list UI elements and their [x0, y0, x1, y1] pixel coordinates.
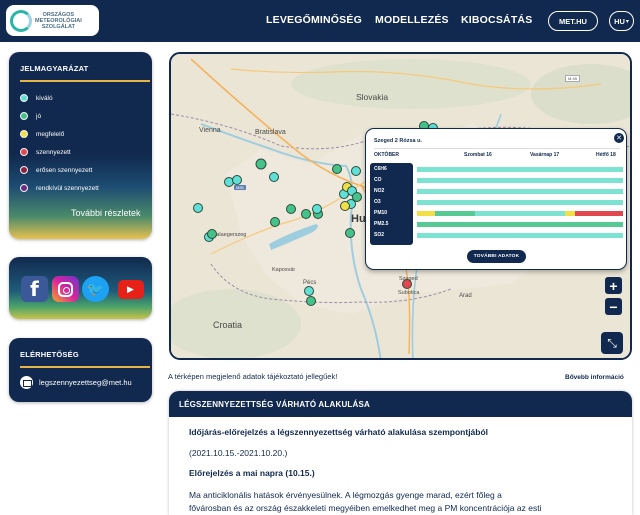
legend-item: erősen szennyezett — [20, 166, 92, 174]
contact-email-link[interactable]: legszennyezettseg@met.hu — [20, 376, 132, 389]
map-label-bratislava: Bratislava — [255, 129, 286, 136]
social-card: f 🐦 ▶ — [9, 257, 152, 319]
bar-segment-szennyezett — [575, 211, 623, 216]
bar-segment-kivalo — [475, 211, 565, 216]
map-label-vienna: Vienna — [199, 127, 221, 134]
bar-segment-jo — [435, 211, 475, 216]
language-label: HU — [614, 16, 625, 26]
forecast-paragraph: Ma anticiklonális hatások érvényesülnek.… — [189, 490, 502, 500]
map-label-hu: Hu — [351, 213, 366, 225]
map-label-subotica: Subotica — [398, 290, 420, 296]
facebook-icon[interactable]: f — [21, 276, 48, 302]
level-dot-icon — [20, 148, 28, 156]
forecast-panel: LÉGSZENNYEZETTSÉG VÁRHATÓ ALAKULÁSA Időj… — [169, 391, 632, 515]
zoom-out-button[interactable]: − — [605, 298, 622, 315]
met-hu-button[interactable]: MET.HU — [548, 11, 598, 31]
legend-item-label: rendkívül szennyezett — [36, 184, 99, 192]
pollutant-panel: C6H6 CO NO2 O3 PM10 PM2.5 SO2 — [370, 163, 413, 245]
map-disclaimer: A térképen megjelenő adatok tájékoztató … — [168, 372, 338, 381]
popup-day: Szombat 16 — [464, 152, 492, 158]
forecast-bar-so2 — [417, 233, 623, 238]
legend-item: megfelelő — [20, 130, 64, 138]
legend-item: kiváló — [20, 94, 53, 102]
legend-item: jó — [20, 112, 41, 120]
forecast-paragraph: fővárosban és az ország északkeleti megy… — [189, 503, 542, 513]
fullscreen-button[interactable]: ⤡ — [601, 332, 623, 354]
nav-kibocsatas[interactable]: KIBOCSÁTÁS — [461, 14, 532, 26]
close-icon[interactable]: ✕ — [614, 133, 624, 143]
forecast-bar-co — [417, 178, 623, 183]
forecast-bar-c6h6 — [417, 167, 623, 172]
legend-divider — [20, 80, 150, 82]
pollutant-label: SO2 — [374, 232, 385, 238]
bar-segment-megfelelo — [417, 211, 435, 216]
contact-title: ELÉRHETŐSÉG — [20, 350, 79, 359]
map-label-pecs: Pécs — [303, 280, 317, 286]
more-info-link[interactable]: Bővebb információ — [565, 374, 624, 381]
map-label-croatia: Croatia — [213, 320, 243, 330]
forecast-title: LÉGSZENNYEZETTSÉG VÁRHATÓ ALAKULÁSA — [169, 391, 632, 417]
level-dot-icon — [20, 166, 28, 174]
map-label-slovakia: Slovakia — [356, 92, 389, 102]
forecast-today-heading: Előrejelzés a mai napra (10.15.) — [189, 468, 315, 478]
legend-item: rendkívül szennyezett — [20, 184, 99, 192]
logo-text: ORSZÁGOS METEOROLÓGIAI SZOLGÁLAT — [35, 11, 82, 30]
popup-month: OKTÓBER — [374, 152, 399, 158]
contact-divider — [20, 366, 150, 368]
more-data-button[interactable]: TOVÁBBI ADATOK — [467, 250, 526, 263]
zoom-in-button[interactable]: + — [605, 277, 622, 294]
forecast-date-range: (2021.10.15.-2021.10.20.) — [189, 448, 288, 458]
map-label-szeged: Szeged — [399, 276, 418, 282]
pollutant-label: C6H6 — [374, 166, 387, 172]
station-popup: ✕ Szeged 2 Rózsa u. OKTÓBER Szombat 16 V… — [365, 128, 627, 270]
pollutant-label: PM10 — [374, 210, 388, 216]
forecast-bar-no2 — [417, 189, 623, 194]
forecast-bar-pm10 — [417, 211, 623, 216]
omsz-logo[interactable]: ORSZÁGOS METEOROLÓGIAI SZOLGÁLAT — [6, 5, 99, 36]
legend-item-label: megfelelő — [36, 130, 65, 138]
legend-item-label: szennyezett — [36, 148, 71, 156]
pollutant-label: CO — [374, 177, 382, 183]
language-selector[interactable]: HU ▾ — [609, 11, 634, 31]
legend-item-label: jó — [36, 112, 42, 120]
level-dot-icon — [20, 184, 28, 192]
mail-icon — [20, 376, 33, 389]
forecast-subtitle: Időjárás-előrejelzés a légszennyezettség… — [189, 427, 489, 437]
map-label-arad: Arad — [459, 293, 472, 299]
legend-item-label: kiváló — [36, 94, 53, 102]
nav-levegominoseg[interactable]: LEVEGŐMINŐSÉG — [266, 14, 362, 26]
youtube-icon[interactable]: ▶ — [112, 276, 149, 302]
pollutant-label: PM2.5 — [374, 221, 389, 227]
contact-email: legszennyezettseg@met.hu — [39, 378, 132, 387]
pollutant-label: NO2 — [374, 188, 385, 194]
popup-day: Vasárnap 17 — [530, 152, 560, 158]
level-dot-icon — [20, 94, 28, 102]
top-header: ORSZÁGOS METEOROLÓGIAI SZOLGÁLAT LEVEGŐM… — [0, 0, 640, 42]
popup-divider — [374, 148, 620, 149]
chevron-down-icon: ▾ — [625, 18, 629, 25]
bar-segment-megfelelo — [565, 211, 575, 216]
legend-item-label: erősen szennyezett — [36, 166, 93, 174]
legend-item: szennyezett — [20, 148, 71, 156]
legend-more-link[interactable]: További részletek — [71, 208, 141, 218]
map-label-zalaegerszeg: Zalaegerszeg — [213, 232, 247, 238]
forecast-bar-o3 — [417, 200, 623, 205]
legend-card: JELMAGYARÁZAT kiváló jó megfelelő szenny… — [9, 52, 152, 239]
forecast-bar-pm25 — [417, 222, 623, 227]
omsz-logo-icon — [10, 9, 32, 32]
twitter-icon[interactable]: 🐦 — [82, 276, 109, 302]
level-dot-icon — [20, 130, 28, 138]
contact-card: ELÉRHETŐSÉG legszennyezettseg@met.hu — [9, 338, 152, 402]
popup-station-title: Szeged 2 Rózsa u. — [374, 138, 422, 144]
road-sign: M-95 — [565, 75, 581, 82]
instagram-icon[interactable] — [52, 276, 79, 302]
road-sign: M85 — [234, 185, 246, 190]
legend-title: JELMAGYARÁZAT — [20, 64, 89, 73]
popup-day: Hétfő 18 — [596, 152, 616, 158]
nav-modellezes[interactable]: MODELLEZÉS — [375, 14, 449, 26]
pollutant-label: O3 — [374, 199, 381, 205]
map-label-kaposvar: Kaposvár — [272, 267, 296, 273]
level-dot-icon — [20, 112, 28, 120]
